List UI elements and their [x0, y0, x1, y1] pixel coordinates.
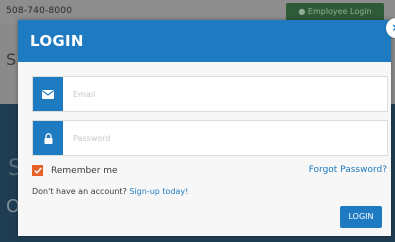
user-icon: ● [298, 7, 306, 16]
signup-prompt: Don't have an account? [32, 187, 127, 196]
password-input[interactable] [71, 122, 387, 154]
email-input[interactable] [71, 78, 387, 110]
background-partial-text: S [6, 50, 17, 69]
login-button[interactable]: LOGIN [340, 206, 382, 228]
background-employee-login-button: ● Employee Login [286, 3, 384, 21]
checkmark-icon [33, 167, 42, 174]
signup-row: Don't have an account? Sign-up today! [32, 187, 188, 196]
lock-icon [33, 121, 63, 155]
signup-link[interactable]: Sign-up today! [129, 187, 188, 196]
email-field [32, 76, 388, 112]
remember-me-row: Remember me [32, 165, 118, 176]
remember-me-label: Remember me [51, 165, 118, 176]
envelope-icon [33, 77, 63, 111]
background-phone-number: 508-740-8000 [6, 6, 73, 16]
login-modal: LOGIN × Remember me Forgot Passw [18, 18, 395, 236]
modal-title: LOGIN [30, 32, 84, 50]
forgot-password-link[interactable]: Forgot Password? [309, 165, 387, 175]
password-field [32, 120, 388, 156]
modal-header: LOGIN [18, 20, 391, 62]
remember-me-checkbox[interactable] [32, 165, 43, 176]
background-employee-login-label: Employee Login [307, 7, 372, 16]
close-icon: × [391, 21, 395, 34]
